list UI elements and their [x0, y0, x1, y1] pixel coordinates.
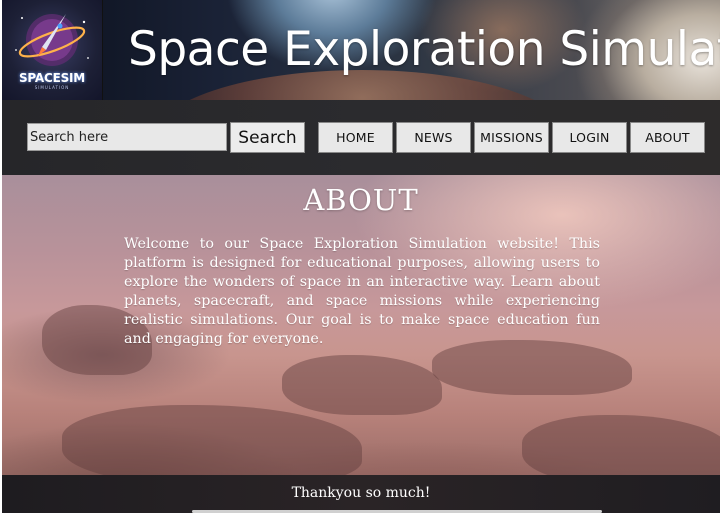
- about-description: Welcome to our Space Exploration Simulat…: [124, 236, 600, 347]
- about-title: ABOUT: [303, 183, 419, 217]
- site-footer: Thankyou so much!: [2, 475, 720, 513]
- nav-about-button[interactable]: ABOUT: [630, 122, 705, 153]
- background-rock: [522, 415, 720, 475]
- nav-bar: Search HOME NEWS MISSIONS LOGIN ABOUT: [2, 100, 720, 175]
- site-logo[interactable]: SPACESIM SIMULATION: [2, 0, 103, 100]
- background-rock: [282, 355, 442, 415]
- page-title: Space Exploration Simulation: [128, 22, 720, 77]
- nav-missions-button[interactable]: MISSIONS: [474, 122, 549, 153]
- search-input[interactable]: [27, 123, 227, 151]
- logo-text: SPACESIM: [18, 71, 86, 85]
- site-header: SPACESIM SIMULATION Space Exploration Si…: [2, 0, 720, 100]
- nav-login-button[interactable]: LOGIN: [552, 122, 627, 153]
- about-section: ABOUT Welcome to our Space Exploration S…: [2, 175, 720, 475]
- background-rock: [62, 405, 362, 475]
- search-button[interactable]: Search: [230, 122, 305, 153]
- nav-home-button[interactable]: HOME: [318, 122, 393, 153]
- logo-subtext: SIMULATION: [34, 85, 70, 90]
- footer-text: Thankyou so much!: [291, 485, 431, 501]
- nav-news-button[interactable]: NEWS: [396, 122, 471, 153]
